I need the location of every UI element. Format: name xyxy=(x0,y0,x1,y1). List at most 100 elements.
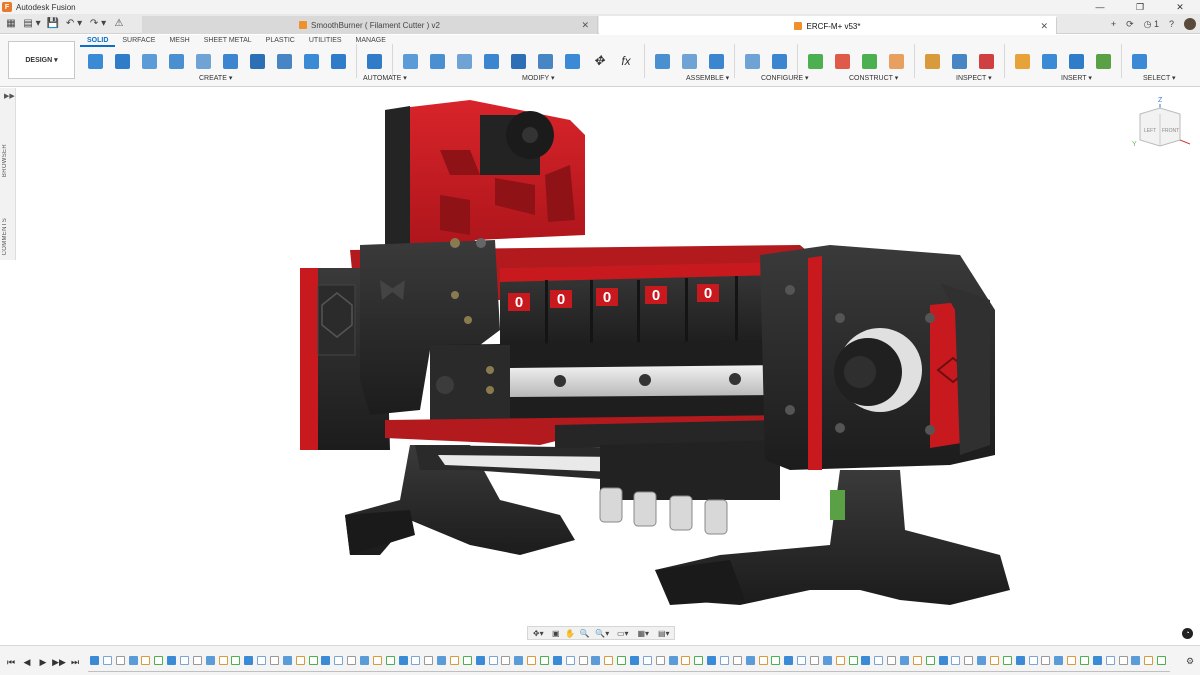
zoom-icon[interactable]: 🔍 xyxy=(580,628,590,638)
timeline-feature-icon[interactable] xyxy=(90,656,99,665)
avatar[interactable] xyxy=(1184,18,1196,30)
measure-icon[interactable] xyxy=(921,50,943,72)
timeline-feature-icon[interactable] xyxy=(990,656,999,665)
pan-icon[interactable]: ✋ xyxy=(565,628,575,638)
timeline-feature-icon[interactable] xyxy=(154,656,164,665)
warning-icon[interactable]: ⚠ xyxy=(112,17,126,31)
data-online-icon[interactable]: ⟳ xyxy=(1126,19,1134,30)
timeline-feature-icon[interactable] xyxy=(655,656,665,665)
timeline-feature-icon[interactable] xyxy=(1131,656,1141,665)
timeline-feature-icon[interactable] xyxy=(1054,656,1064,665)
timeline-feature-icon[interactable] xyxy=(514,656,524,665)
new-tab-button[interactable]: + xyxy=(1111,19,1116,29)
timeline-feature-icon[interactable] xyxy=(141,656,151,665)
rib-icon[interactable] xyxy=(246,50,268,72)
combine-icon[interactable] xyxy=(507,50,529,72)
group-inspect[interactable]: INSPECT ▾ xyxy=(956,74,992,82)
timeline-feature-icon[interactable] xyxy=(552,656,562,665)
timeline-feature-icon[interactable] xyxy=(822,656,832,665)
timeline-track[interactable] xyxy=(88,671,1170,672)
timeline-feature-icon[interactable] xyxy=(642,656,652,665)
offset-plane-icon[interactable] xyxy=(804,50,826,72)
feedback-icon[interactable]: ◔ xyxy=(1182,628,1193,639)
timeline-feature-icon[interactable] xyxy=(167,656,177,665)
tab-mesh[interactable]: MESH xyxy=(162,37,196,47)
close-window-button[interactable]: ✕ xyxy=(1160,0,1200,14)
look-at-icon[interactable]: ▣ xyxy=(551,628,561,638)
table-icon[interactable] xyxy=(768,50,790,72)
timeline-feature-icon[interactable] xyxy=(334,656,344,665)
timeline-feature-icon[interactable] xyxy=(372,656,382,665)
timeline-feature-icon[interactable] xyxy=(604,656,614,665)
go-to-start-icon[interactable]: ⏮ xyxy=(4,655,18,669)
timeline-feature-icon[interactable] xyxy=(938,656,948,665)
sketch-icon[interactable] xyxy=(84,50,106,72)
step-back-icon[interactable]: ◀ xyxy=(20,655,34,669)
timeline-feature-icon[interactable] xyxy=(861,656,871,665)
rectangular-pattern-icon[interactable] xyxy=(273,50,295,72)
job-status-icon[interactable]: ◷ 1 xyxy=(1144,19,1159,30)
group-configure[interactable]: CONFIGURE ▾ xyxy=(761,74,808,82)
timeline-feature-icon[interactable] xyxy=(192,656,202,665)
zoom-window-icon[interactable]: 🔍▾ xyxy=(594,628,610,638)
as-built-joint-icon[interactable] xyxy=(705,50,727,72)
timeline-feature-icon[interactable] xyxy=(668,656,678,665)
scale-icon[interactable] xyxy=(534,50,556,72)
insert-image-icon[interactable] xyxy=(1038,50,1060,72)
group-construct[interactable]: CONSTRUCT ▾ xyxy=(849,74,898,82)
app-grid-icon[interactable]: ▦ xyxy=(4,17,18,31)
timeline-feature-icon[interactable] xyxy=(630,656,639,665)
timeline-feature-icon[interactable] xyxy=(244,656,254,665)
sweep-icon[interactable] xyxy=(165,50,187,72)
timeline-feature-icon[interactable] xyxy=(398,656,408,665)
comments-tab[interactable]: COMMENTS xyxy=(2,218,8,255)
mirror-icon[interactable] xyxy=(327,50,349,72)
group-select[interactable]: SELECT ▾ xyxy=(1143,74,1176,82)
timeline-feature-icon[interactable] xyxy=(1028,656,1038,665)
minimize-button[interactable]: — xyxy=(1080,0,1120,14)
interference-icon[interactable] xyxy=(948,50,970,72)
timeline-feature-icon[interactable] xyxy=(848,656,858,665)
timeline-feature-icon[interactable] xyxy=(450,656,459,665)
timeline-feature-icon[interactable] xyxy=(462,656,472,665)
timeline-feature-icon[interactable] xyxy=(1041,656,1051,665)
tab-ercf[interactable]: ERCF-M+ v53* ✕ xyxy=(599,16,1057,34)
timeline-feature-icon[interactable] xyxy=(617,656,627,665)
timeline-feature-icon[interactable] xyxy=(925,656,935,665)
timeline-feature-icon[interactable] xyxy=(527,656,537,665)
chamfer-icon[interactable] xyxy=(453,50,475,72)
tab-utilities[interactable]: UTILITIES xyxy=(302,37,349,47)
undo-icon[interactable]: ↶ ▾ xyxy=(64,17,84,31)
align-icon[interactable] xyxy=(561,50,583,72)
timeline-feature-icon[interactable] xyxy=(565,656,575,665)
timeline-feature-icon[interactable] xyxy=(501,656,511,665)
timeline-feature-icon[interactable] xyxy=(681,656,691,665)
close-tab-icon[interactable]: ✕ xyxy=(1040,21,1048,32)
timeline-feature-icon[interactable] xyxy=(1092,656,1102,665)
expand-panel-icon[interactable]: ▶▶ xyxy=(4,92,15,100)
timeline-settings-icon[interactable]: ⚙ xyxy=(1186,656,1194,667)
timeline-feature-icon[interactable] xyxy=(797,656,807,665)
configure-icon[interactable] xyxy=(741,50,763,72)
timeline-feature-icon[interactable] xyxy=(1002,656,1012,665)
tab-smoothburner[interactable]: SmoothBurner ( Filament Cutter ) v2 ✕ xyxy=(142,16,598,34)
insert-manufacturer-icon[interactable] xyxy=(1092,50,1114,72)
tab-surface[interactable]: SURFACE xyxy=(115,37,162,47)
timeline-feature-icon[interactable] xyxy=(1015,656,1025,665)
timeline-feature-icon[interactable] xyxy=(784,656,794,665)
timeline-feature-icon[interactable] xyxy=(270,656,279,665)
timeline-feature-icon[interactable] xyxy=(424,656,434,665)
timeline-feature-icon[interactable] xyxy=(231,656,241,665)
timeline-feature-icon[interactable] xyxy=(951,656,961,665)
group-modify[interactable]: MODIFY ▾ xyxy=(522,74,555,82)
fillet-icon[interactable] xyxy=(426,50,448,72)
group-assemble[interactable]: ASSEMBLE ▾ xyxy=(686,74,729,82)
timeline-feature-icon[interactable] xyxy=(707,656,717,665)
move-icon[interactable]: ✥ xyxy=(588,50,610,72)
timeline-feature-icon[interactable] xyxy=(874,656,884,665)
timeline-feature-icon[interactable] xyxy=(347,656,357,665)
timeline-feature-icon[interactable] xyxy=(257,656,267,665)
timeline-feature-icon[interactable] xyxy=(128,656,138,665)
select-icon[interactable] xyxy=(1128,50,1150,72)
hole-icon[interactable] xyxy=(192,50,214,72)
